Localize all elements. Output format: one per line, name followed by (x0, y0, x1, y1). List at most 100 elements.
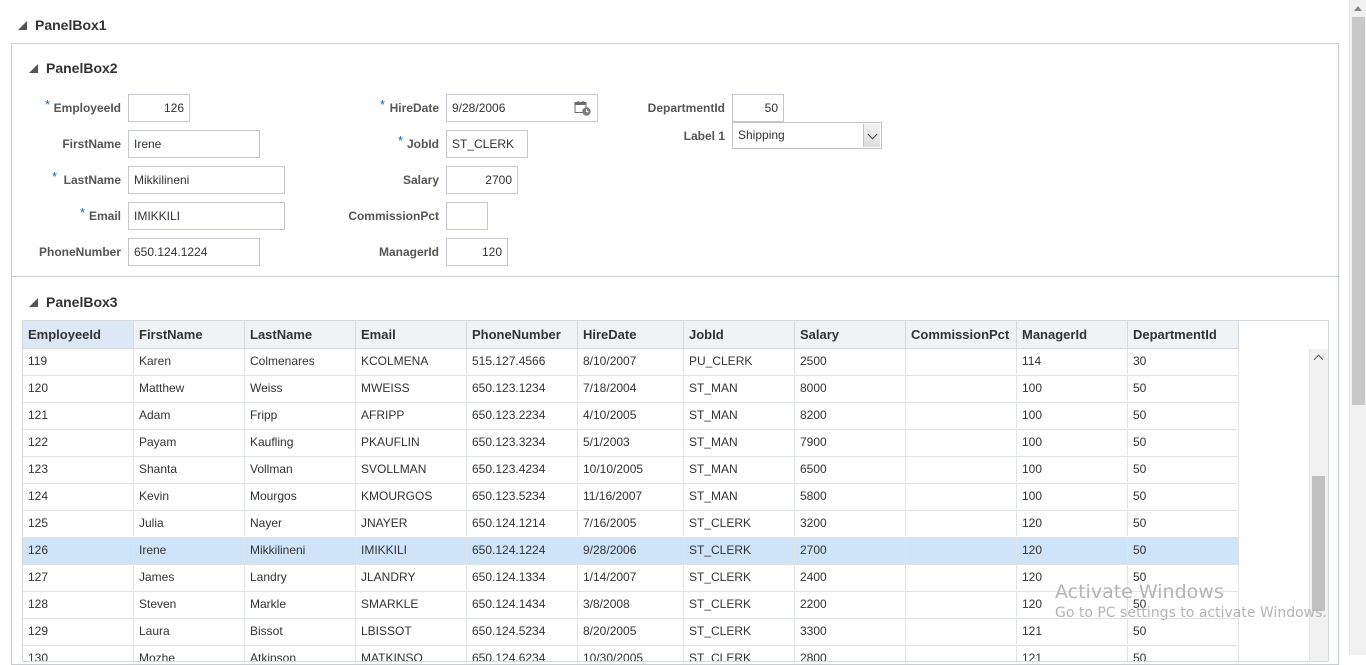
table-row[interactable]: 125 Julia Nayer JNAYER 650.124.1214 7/16/2005… (23, 511, 1239, 538)
table-cell-hiredate: 5/1/2003 (578, 430, 684, 455)
table-cell-phonenumber: 650.123.2234 (467, 403, 578, 428)
table-cell-email: SVOLLMAN (356, 457, 467, 482)
table-cell-commissionpct (906, 484, 1017, 509)
collapse-triangle-icon[interactable] (18, 20, 27, 30)
table-cell-commissionpct (906, 538, 1017, 563)
table-cell-salary: 8000 (795, 376, 906, 401)
scroll-up-icon[interactable] (1313, 354, 1324, 365)
column-header-departmentid[interactable]: DepartmentId (1128, 321, 1239, 348)
activation-watermark-subtitle: Go to PC settings to activate Windows. (1055, 605, 1327, 621)
label1-label: Label 1 (683, 129, 725, 143)
table-cell-hiredate: 1/14/2007 (578, 565, 684, 590)
email-input[interactable]: IMIKKILI (128, 202, 285, 230)
table-cell-jobid: ST_CLERK (684, 619, 795, 644)
table-cell-email: JLANDRY (356, 565, 467, 590)
jobid-label: JobId (407, 137, 439, 151)
table-cell-commissionpct (906, 619, 1017, 644)
table-cell-employeeid: 122 (23, 430, 134, 455)
table-cell-employeeid: 123 (23, 457, 134, 482)
hiredate-input[interactable]: 9/28/2006 (446, 94, 598, 122)
collapse-triangle-icon[interactable] (29, 63, 38, 73)
table-cell-firstname: Matthew (134, 376, 245, 401)
activation-watermark-title: Activate Windows (1055, 581, 1224, 603)
commissionpct-input[interactable] (446, 202, 488, 230)
collapse-triangle-icon[interactable] (29, 297, 38, 307)
table-scroll-thumb[interactable] (1312, 476, 1325, 611)
column-header-commissionpct[interactable]: CommissionPct (906, 321, 1017, 348)
table-cell-departmentid: 50 (1128, 457, 1239, 482)
column-header-phonenumber[interactable]: PhoneNumber (467, 321, 578, 348)
column-header-hiredate[interactable]: HireDate (578, 321, 684, 348)
panelbox1-header[interactable]: PanelBox1 (18, 17, 107, 33)
departmentid-input[interactable]: 50 (732, 94, 784, 122)
column-header-employeeid[interactable]: EmployeeId (23, 321, 134, 348)
table-cell-lastname: Vollman (245, 457, 356, 482)
table-cell-departmentid: 50 (1128, 430, 1239, 455)
table-cell-jobid: ST_MAN (684, 376, 795, 401)
phonenumber-label: PhoneNumber (38, 245, 121, 259)
table-cell-commissionpct (906, 349, 1017, 374)
table-cell-email: JNAYER (356, 511, 467, 536)
table-row[interactable]: 120 Matthew Weiss MWEISS 650.123.1234 7/18/20… (23, 376, 1239, 403)
label1-select[interactable]: Shipping (732, 122, 882, 149)
table-cell-phonenumber: 650.123.4234 (467, 457, 578, 482)
table-cell-hiredate: 7/16/2005 (578, 511, 684, 536)
table-cell-commissionpct (906, 403, 1017, 428)
table-cell-phonenumber: 650.123.3234 (467, 430, 578, 455)
salary-input[interactable]: 2700 (446, 166, 518, 194)
table-cell-salary: 8200 (795, 403, 906, 428)
managerid-label: ManagerId (378, 245, 439, 259)
firstname-input[interactable]: Irene (128, 130, 260, 158)
table-cell-departmentid: 50 (1128, 403, 1239, 428)
hiredate-label: HireDate (389, 101, 439, 115)
table-cell-firstname: Adam (134, 403, 245, 428)
managerid-input[interactable]: 120 (446, 238, 508, 266)
table-row[interactable]: 124 Kevin Mourgos KMOURGOS 650.123.5234 11/16… (23, 484, 1239, 511)
table-cell-phonenumber: 650.124.6234 (467, 646, 578, 661)
table-row[interactable]: 122 Payam Kaufling PKAUFLIN 650.123.3234 5/1/… (23, 430, 1239, 457)
column-header-lastname[interactable]: LastName (245, 321, 356, 348)
employeeid-input[interactable]: 126 (128, 94, 190, 122)
calendar-icon[interactable] (574, 100, 592, 117)
phonenumber-input[interactable]: 650.124.1224 (128, 238, 260, 266)
table-cell-jobid: ST_MAN (684, 430, 795, 455)
table-cell-salary: 3200 (795, 511, 906, 536)
table-cell-departmentid: 50 (1128, 538, 1239, 563)
table-cell-commissionpct (906, 646, 1017, 661)
table-cell-salary: 2700 (795, 538, 906, 563)
column-header-jobid[interactable]: JobId (684, 321, 795, 348)
table-cell-managerid: 114 (1017, 349, 1128, 374)
table-cell-email: KMOURGOS (356, 484, 467, 509)
panelbox2-header[interactable]: PanelBox2 (29, 60, 118, 76)
table-row[interactable]: 123 Shanta Vollman SVOLLMAN 650.123.4234 10/1… (23, 457, 1239, 484)
table-cell-hiredate: 8/20/2005 (578, 619, 684, 644)
table-cell-email: AFRIPP (356, 403, 467, 428)
table-row[interactable]: 119 Karen Colmenares KCOLMENA 515.127.4566 8/… (23, 349, 1239, 376)
table-row[interactable]: 130 Mozhe Atkinson MATKINSO 650.124.6234 10/3… (23, 646, 1239, 661)
table-row[interactable]: 129 Laura Bissot LBISSOT 650.124.5234 8/20/20… (23, 619, 1239, 646)
commissionpct-label: CommissionPct (348, 209, 439, 223)
table-row[interactable]: 126 Irene Mikkilineni IMIKKILI 650.124.1224 9… (23, 538, 1239, 565)
table-cell-employeeid: 128 (23, 592, 134, 617)
table-cell-lastname: Atkinson (245, 646, 356, 661)
column-header-salary[interactable]: Salary (795, 321, 906, 348)
table-row[interactable]: 121 Adam Fripp AFRIPP 650.123.2234 4/10/2005 S… (23, 403, 1239, 430)
column-header-managerid[interactable]: ManagerId (1017, 321, 1128, 348)
page-scroll-thumb[interactable] (1352, 17, 1365, 405)
jobid-input[interactable]: ST_CLERK (446, 130, 528, 158)
salary-label: Salary (402, 173, 439, 187)
label1-selected-value: Shipping (738, 128, 785, 142)
dropdown-button[interactable] (863, 124, 880, 147)
page-vertical-scrollbar[interactable] (1349, 0, 1366, 655)
table-cell-firstname: Payam (134, 430, 245, 455)
panelbox3-header[interactable]: PanelBox3 (29, 294, 118, 310)
column-header-firstname[interactable]: FirstName (134, 321, 245, 348)
panelbox2-title: PanelBox2 (46, 60, 118, 76)
table-cell-lastname: Markle (245, 592, 356, 617)
table-cell-salary: 7900 (795, 430, 906, 455)
table-cell-hiredate: 10/10/2005 (578, 457, 684, 482)
column-header-email[interactable]: Email (356, 321, 467, 348)
table-cell-jobid: ST_CLERK (684, 511, 795, 536)
lastname-input[interactable]: Mikkilineni (128, 166, 285, 194)
scroll-up-icon[interactable] (1354, 6, 1362, 11)
